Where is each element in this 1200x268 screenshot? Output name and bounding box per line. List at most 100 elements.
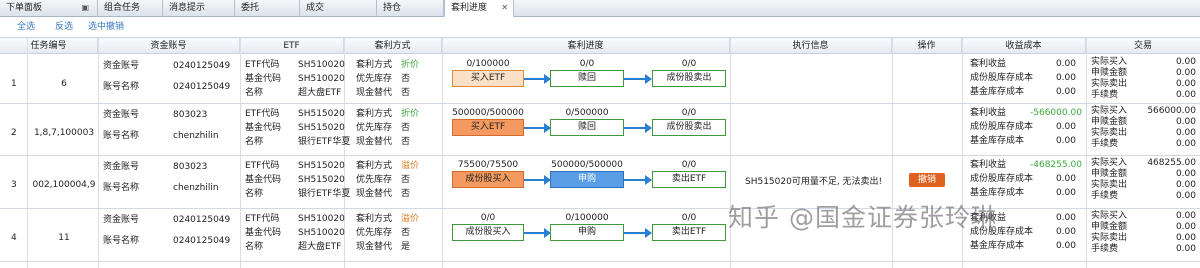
step2-progress: 0/500000 [565, 108, 609, 118]
trade-sub-label: 申赎金额 [1091, 169, 1128, 179]
trade-sell-label: 实际卖出 [1091, 180, 1128, 190]
table-row[interactable]: 2 1,8,7,100003 资金账号 803023 账号名称 chenzhil… [0, 104, 1200, 156]
trade-sub-label: 申赎金额 [1091, 222, 1128, 232]
base-code-label: 基金代码 [245, 228, 282, 238]
etf-name-value: 银行ETF华夏 [298, 189, 351, 199]
row-index: 4 [11, 233, 17, 243]
col-exec-info[interactable]: 执行信息 [730, 38, 892, 54]
revoke-selected-link[interactable]: 选中撤销 [88, 18, 124, 36]
base-code-label: 基金代码 [245, 175, 282, 185]
tab-label: 下单面板 [6, 3, 43, 13]
step3-box: 卖出ETF [652, 171, 726, 188]
table-row[interactable]: 4 11 资金账号 0240125049 账号名称 0240125049 ETF… [0, 209, 1200, 262]
trade-sub-value: 0.00 [1175, 68, 1196, 78]
step3-progress: 0/0 [681, 213, 697, 223]
stock-label: 优先库存 [356, 123, 393, 133]
trade-fee-label: 手续费 [1091, 90, 1119, 100]
etf-code-label: ETF代码 [245, 109, 280, 119]
col-account[interactable]: 资金账号 [98, 38, 240, 54]
trade-sub-label: 申赎金额 [1091, 68, 1128, 78]
trade-fee-label: 手续费 [1091, 191, 1119, 201]
col-etf[interactable]: ETF [240, 38, 344, 54]
arrow-icon [624, 123, 652, 133]
step2-progress: 500000/500000 [551, 160, 623, 170]
step1-progress: 75500/75500 [457, 160, 519, 170]
trade-fee-label: 手续费 [1091, 244, 1119, 254]
profit-value: 0.00 [1055, 213, 1076, 223]
trade-fee-value: 0.00 [1175, 191, 1196, 201]
col-progress[interactable]: 套利进度 [442, 38, 730, 54]
tab-order-panel[interactable]: 下单面板 ▣ [0, 0, 98, 17]
fund-cost-value: 0.00 [1055, 87, 1076, 97]
stock-cost-label: 成份股库存成本 [970, 174, 1034, 184]
tab-messages[interactable]: 消息提示 [163, 0, 235, 17]
profit-value: 0.00 [1055, 59, 1076, 69]
arrow-icon [524, 123, 551, 133]
base-code-label: 基金代码 [245, 74, 282, 84]
base-code-value: SH510020 [298, 228, 345, 238]
step3-box: 成份股卖出 [652, 70, 726, 87]
col-mode[interactable]: 套利方式 [344, 38, 442, 54]
cash-label: 现金替代 [356, 242, 393, 252]
trade-sell-value: 0.00 [1175, 128, 1196, 138]
stock-value: 否 [401, 123, 411, 133]
col-task-id[interactable]: 任务编号 [0, 38, 98, 54]
grid-icon: ▣ [81, 3, 89, 12]
trade-fee-value: 0.00 [1175, 244, 1196, 254]
close-icon[interactable]: ✕ [501, 0, 508, 16]
tab-bar: 下单面板 ▣ 组合任务 消息提示 委托 成交 持仓 套利进度 ✕ [0, 0, 1200, 17]
fund-cost-value: 0.00 [1055, 241, 1076, 251]
stock-cost-value: 0.00 [1055, 73, 1076, 83]
col-trade[interactable]: 交易 [1086, 38, 1200, 54]
etf-code-value: SH510020 [298, 214, 345, 224]
tab-label: 消息提示 [169, 3, 206, 13]
watermark: 知乎 @国金证券张玲琳 [728, 203, 997, 232]
base-code-value: SH515020 [298, 175, 345, 185]
arrow-icon [624, 175, 652, 185]
arrow-icon [624, 74, 652, 84]
tab-fills[interactable]: 成交 [300, 0, 377, 17]
exec-info: SH515020可用量不足, 无法卖出! [745, 177, 883, 187]
mode-label: 套利方式 [356, 161, 393, 171]
etf-code-value: SH510020 [298, 60, 345, 70]
arrow-icon [524, 74, 551, 84]
grid-header: 任务编号 资金账号 ETF 套利方式 套利进度 执行信息 操作 收益成本 交易 [0, 37, 1200, 54]
stock-cost-label: 成份股库存成本 [970, 73, 1034, 83]
invert-selection-link[interactable]: 反选 [55, 18, 73, 36]
table-row[interactable]: 1 6 资金账号 0240125049 账号名称 0240125049 ETF代… [0, 55, 1200, 104]
mode-value: 溢价 [401, 214, 420, 224]
stock-value: 否 [401, 74, 411, 84]
trade-buy-value: 468255.00 [1147, 158, 1196, 168]
cash-value: 否 [401, 88, 411, 98]
trade-sell-value: 0.00 [1175, 180, 1196, 190]
name-value: chenzhilin [173, 131, 219, 141]
tab-positions[interactable]: 持仓 [377, 0, 444, 17]
name-value: chenzhilin [173, 183, 219, 193]
account-value: 0240125049 [173, 61, 231, 71]
revoke-button[interactable]: 撤销 [909, 173, 945, 187]
fund-cost-label: 基金库存成本 [970, 241, 1025, 251]
stock-label: 优先库存 [356, 175, 393, 185]
col-operation[interactable]: 操作 [892, 38, 962, 54]
etf-name-value: 超大盘ETF [298, 88, 342, 98]
base-code-label: 基金代码 [245, 123, 282, 133]
etf-code-label: ETF代码 [245, 60, 280, 70]
etf-code-value: SH515020 [298, 161, 345, 171]
mode-value: 折价 [401, 60, 420, 70]
etf-code-label: ETF代码 [245, 161, 280, 171]
select-all-link[interactable]: 全选 [17, 18, 35, 36]
etf-name-value: 超大盘ETF [298, 242, 342, 252]
tab-label: 组合任务 [104, 3, 141, 13]
stock-cost-value: 0.00 [1055, 174, 1076, 184]
step2-box: 申购 [550, 171, 624, 188]
trade-sub-value: 0.00 [1175, 222, 1196, 232]
tab-arbitrage-progress[interactable]: 套利进度 ✕ [444, 0, 514, 17]
row-index: 2 [11, 128, 17, 138]
tab-orders[interactable]: 委托 [235, 0, 300, 17]
step2-box: 赎回 [550, 70, 624, 87]
step1-box: 买入ETF [452, 70, 524, 87]
trade-buy-value: 566000.00 [1147, 106, 1196, 116]
col-profit-cost[interactable]: 收益成本 [962, 38, 1086, 54]
table-row[interactable]: 3 002,100004,9 资金账号 803023 账号名称 chenzhil… [0, 156, 1200, 209]
tab-combo-task[interactable]: 组合任务 [98, 0, 163, 17]
